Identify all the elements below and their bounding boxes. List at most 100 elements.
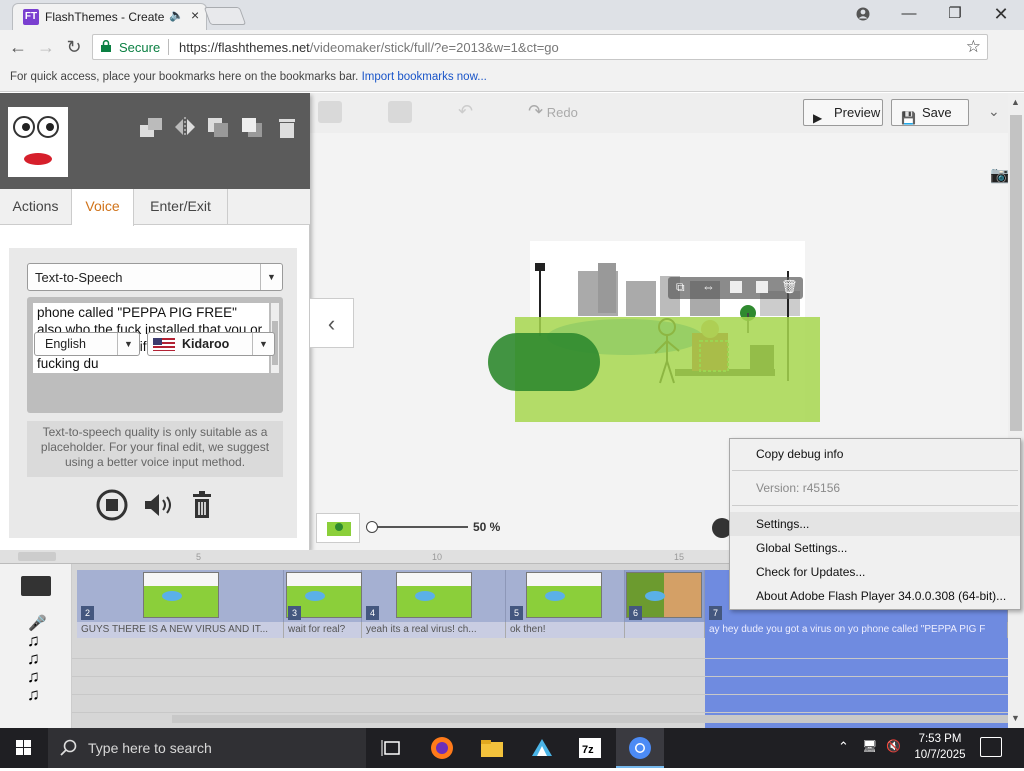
new-tab-button[interactable] — [203, 7, 247, 25]
scene-number: 4 — [366, 606, 379, 620]
tab-actions[interactable]: Actions — [0, 189, 72, 225]
clock[interactable]: 7:53 PM 10/7/2025 — [905, 731, 975, 763]
camera-icon[interactable]: 📷 — [990, 165, 1010, 185]
task-view-icon[interactable] — [378, 734, 406, 762]
scroll-down-icon[interactable]: ▼ — [1011, 713, 1020, 723]
address-bar[interactable]: Secure https://flashthemes.net/videomake… — [92, 34, 988, 60]
url-text[interactable]: https://flashthemes.net/videomaker/stick… — [179, 40, 559, 55]
bush-prop[interactable] — [488, 333, 600, 391]
menu-global-settings[interactable]: Global Settings... — [730, 536, 1020, 560]
close-tab-icon[interactable]: × — [191, 7, 199, 23]
scene-thumbnail-small[interactable] — [316, 513, 360, 543]
scrollbar-thumb[interactable] — [1010, 115, 1022, 431]
redo-button[interactable]: ↷ Redo — [528, 101, 578, 122]
scene-number: 5 — [510, 606, 523, 620]
scene-block[interactable]: 3 — [284, 570, 362, 622]
copy-icon[interactable] — [318, 101, 342, 123]
scene-caption[interactable] — [625, 622, 705, 638]
ruler-tick: 15 — [674, 552, 685, 562]
save-button[interactable]: 💾 Save — [891, 99, 969, 126]
scene-number: 6 — [629, 606, 642, 620]
tab-enter-exit[interactable]: Enter/Exit — [134, 189, 228, 225]
undo-icon[interactable]: ↶ — [458, 101, 482, 123]
character-thumbnail[interactable] — [8, 107, 68, 177]
minimize-icon[interactable]: — — [886, 0, 932, 28]
start-button[interactable] — [0, 728, 48, 768]
menu-check-updates[interactable]: Check for Updates... — [730, 560, 1020, 584]
delete-voice-icon[interactable] — [185, 488, 219, 522]
mirror-icon[interactable]: ⇔ — [702, 279, 715, 294]
tab-title: FlashThemes - Create — [45, 10, 165, 24]
scene-caption[interactable]: wait for real? — [284, 622, 362, 638]
play-audio-icon[interactable] — [141, 488, 175, 522]
forward-icon[interactable]: → — [34, 35, 58, 59]
panel-tabs: Actions Voice Enter/Exit — [0, 189, 310, 226]
zoom-slider-track[interactable] — [372, 526, 468, 528]
navigation-bar: ← → ↻ Secure https://flashthemes.net/vid… — [0, 30, 1024, 85]
delete-character-icon[interactable] — [274, 115, 300, 139]
send-backward-icon[interactable] — [240, 115, 266, 139]
profile-icon[interactable] — [840, 0, 886, 28]
scene-caption[interactable]: yeah its a real virus! ch... — [362, 622, 506, 638]
chevron-down-icon[interactable]: ⌄ — [988, 103, 1000, 120]
voice-select[interactable]: Kidaroo ▼ — [147, 332, 275, 356]
firefox-icon[interactable] — [428, 734, 456, 762]
scene-number: 2 — [81, 606, 94, 620]
menu-settings[interactable]: Settings... — [730, 512, 1020, 536]
flip-character-icon[interactable] — [172, 115, 198, 139]
back-icon[interactable]: ← — [6, 35, 30, 59]
paste-icon[interactable] — [388, 101, 412, 123]
scene-block[interactable]: 5 — [506, 570, 625, 622]
volume-muted-icon[interactable]: 🔇 — [886, 739, 901, 753]
menu-about-flash[interactable]: About Adobe Flash Player 34.0.0.308 (64-… — [730, 584, 1020, 608]
tab-voice[interactable]: Voice — [72, 189, 134, 226]
timeline-hscrollbar[interactable] — [172, 715, 1008, 723]
bring-forward-icon[interactable] — [730, 281, 742, 293]
bookmarks-bar: For quick access, place your bookmarks h… — [0, 64, 1024, 92]
selection-handles[interactable]: ⧉ ⇔ 🗑 — [668, 277, 803, 299]
ruler-tick: 5 — [196, 552, 202, 562]
scene-block[interactable]: 6 — [625, 570, 705, 622]
send-back-icon[interactable] — [756, 281, 768, 293]
scene-caption[interactable]: GUYS THERE IS A NEW VIRUS AND IT... — [77, 622, 284, 638]
notifications-icon[interactable] — [980, 737, 1002, 757]
7zip-icon[interactable]: 7z — [576, 734, 604, 762]
page-vscrollbar[interactable]: ▲ ▼ — [1008, 93, 1024, 728]
menu-copy-debug-info[interactable]: Copy debug info — [730, 442, 1020, 466]
file-explorer-icon[interactable] — [478, 734, 506, 762]
flash-video-maker[interactable]: ↶ ↷ Redo ▶ Preview 💾 Save ⌄ 📷 ⧉ ⇔ 🗑 Acti… — [0, 93, 1024, 728]
browser-tab[interactable]: FT FlashThemes - Create 🔈 × — [12, 3, 207, 30]
taskbar-search[interactable]: Type here to search — [48, 728, 366, 768]
trash-icon[interactable]: 🗑 — [781, 279, 798, 295]
reload-icon[interactable]: ↻ — [62, 35, 86, 59]
scene-block[interactable]: 2 — [77, 570, 284, 622]
favicon-icon: FT — [23, 9, 39, 25]
zoom-slider-knob[interactable] — [366, 521, 378, 533]
restore-icon[interactable]: ❐ — [932, 0, 978, 28]
scene-caption[interactable]: ay hey dude you got a virus on yo phone … — [705, 622, 1008, 638]
ruler-tick: 10 — [432, 552, 443, 562]
network-icon[interactable]: 🖥 — [862, 739, 877, 753]
character-panel: Actions Voice Enter/Exit Text-to-Speech … — [0, 93, 310, 550]
bring-front-icon[interactable] — [206, 115, 232, 139]
zoom-percent: 50 % — [473, 520, 501, 534]
tray-expand-icon[interactable]: ⌃ — [838, 739, 849, 755]
paint-app-icon[interactable] — [528, 734, 556, 762]
import-bookmarks-link[interactable]: Import bookmarks now... — [362, 71, 487, 83]
chrome-taskbar-button[interactable] — [616, 728, 664, 768]
bookmark-star-icon[interactable]: ☆ — [966, 37, 981, 57]
scroll-up-icon[interactable]: ▲ — [1011, 97, 1020, 107]
scene-caption[interactable]: ok then! — [506, 622, 625, 638]
copy-character-icon[interactable] — [138, 115, 164, 139]
tts-mode-select[interactable]: Text-to-Speech ▼ — [27, 263, 283, 291]
close-window-icon[interactable]: ✕ — [978, 0, 1024, 28]
timeline-zoom-handle[interactable] — [18, 552, 56, 561]
scene-block[interactable]: 4 — [362, 570, 506, 622]
audio-playing-icon[interactable]: 🔈 — [169, 8, 184, 22]
stop-icon[interactable] — [95, 488, 129, 522]
language-select[interactable]: English ▼ — [34, 332, 140, 356]
collapse-panel-button[interactable]: ‹ — [310, 298, 354, 348]
preview-button[interactable]: ▶ Preview — [803, 99, 883, 126]
flip-icon[interactable]: ⧉ — [676, 280, 685, 295]
music-icon: ♫ ♫ ♫ ♫ — [27, 631, 40, 704]
